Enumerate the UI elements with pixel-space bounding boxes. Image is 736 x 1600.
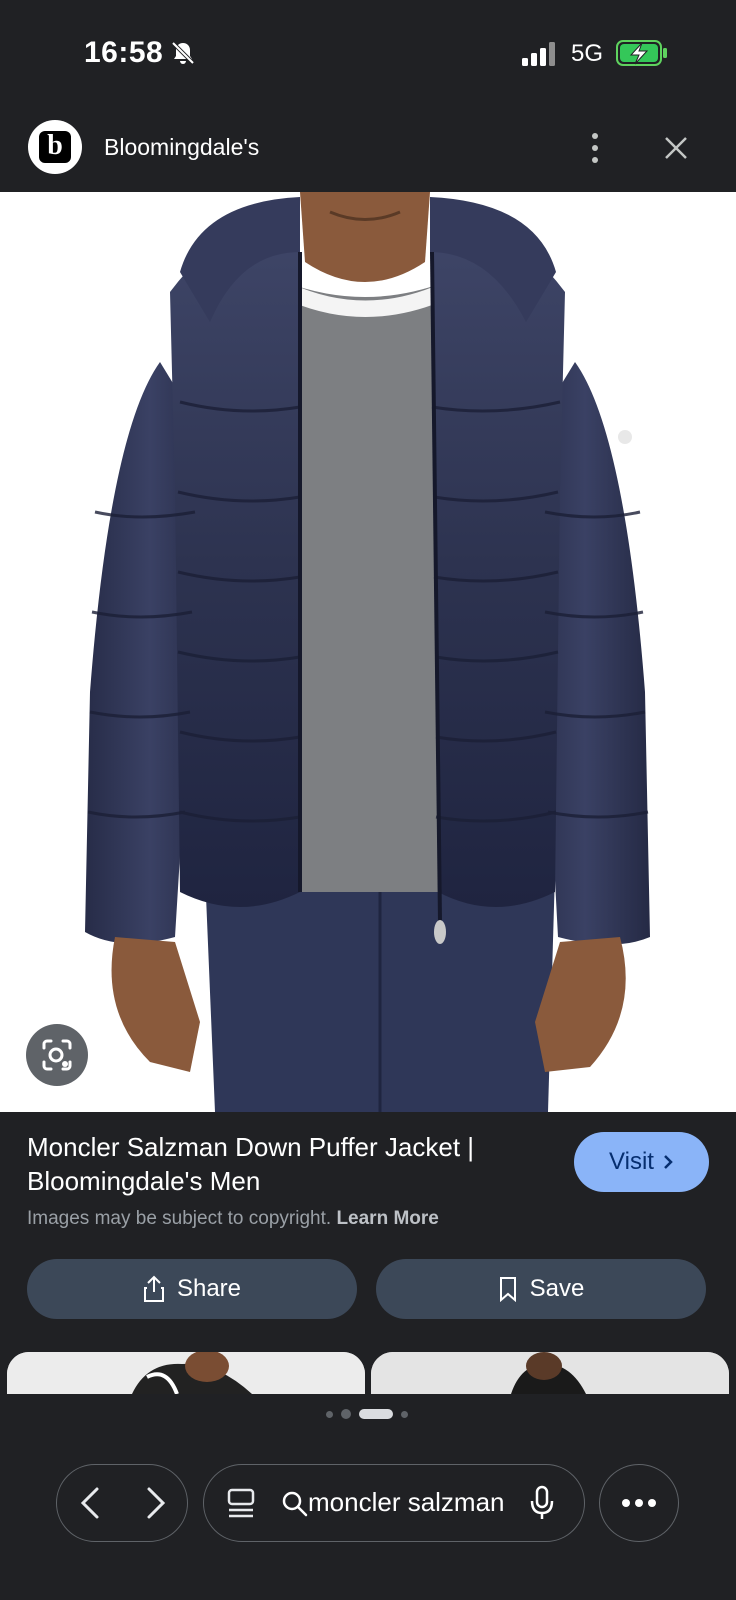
result-title[interactable]: Moncler Salzman Down Puffer Jacket | Blo… (27, 1130, 547, 1198)
more-options-button[interactable] (599, 1464, 679, 1542)
related-image-preview (371, 1352, 729, 1394)
site-logo[interactable]: b (28, 120, 82, 174)
carousel-dot-active (359, 1409, 393, 1419)
visit-label: Visit (609, 1148, 654, 1175)
more-horiz-icon (622, 1499, 656, 1507)
related-image-thumbnail[interactable] (7, 1352, 365, 1394)
related-image-thumbnail[interactable] (371, 1352, 729, 1394)
lens-search-button[interactable] (26, 1024, 88, 1086)
bookmark-icon (499, 1277, 516, 1302)
share-label: Share (176, 1275, 242, 1302)
logo-letter: b (39, 131, 71, 163)
signal-icon (522, 42, 555, 66)
copyright-notice: Images may be subject to copyright. Lear… (27, 1208, 439, 1230)
status-time: 16:58 (84, 36, 164, 69)
carousel-dot (341, 1409, 351, 1419)
more-vert-icon[interactable] (580, 128, 610, 168)
learn-more-link[interactable]: Learn More (336, 1208, 438, 1229)
visit-button[interactable]: Visit (574, 1132, 709, 1192)
chevron-right-icon (664, 1155, 673, 1169)
jacket-illustration (0, 192, 736, 1112)
tabs-icon[interactable] (226, 1487, 256, 1519)
forward-arrow-icon[interactable] (139, 1485, 173, 1521)
carousel-indicator (326, 1408, 408, 1420)
share-icon (143, 1275, 164, 1302)
copyright-text: Images may be subject to copyright. (27, 1208, 332, 1229)
related-image-preview (7, 1352, 365, 1394)
save-label: Save (529, 1275, 585, 1302)
product-image[interactable] (0, 192, 736, 1112)
status-bar: 16:58 5G (0, 0, 736, 110)
result-info: Moncler Salzman Down Puffer Jacket | Blo… (0, 1112, 736, 1362)
bell-off-icon (171, 41, 195, 65)
search-query[interactable]: moncler salzman (308, 1487, 505, 1518)
history-navigation (56, 1464, 188, 1542)
carousel-dot (326, 1410, 333, 1418)
close-icon[interactable] (660, 132, 692, 164)
battery-charging-icon (616, 40, 667, 66)
source-header: b Bloomingdale's (0, 110, 736, 192)
share-button[interactable]: Share (27, 1259, 357, 1319)
back-arrow-icon[interactable] (73, 1485, 107, 1521)
bottom-toolbar: moncler salzman (0, 1394, 736, 1600)
lens-icon (42, 1039, 72, 1071)
microphone-icon[interactable] (528, 1485, 556, 1521)
carousel-dot (401, 1410, 408, 1418)
site-name[interactable]: Bloomingdale's (104, 134, 259, 161)
network-type: 5G (571, 40, 604, 67)
search-icon (282, 1491, 308, 1517)
search-bar[interactable]: moncler salzman (203, 1464, 585, 1542)
save-button[interactable]: Save (376, 1259, 706, 1319)
